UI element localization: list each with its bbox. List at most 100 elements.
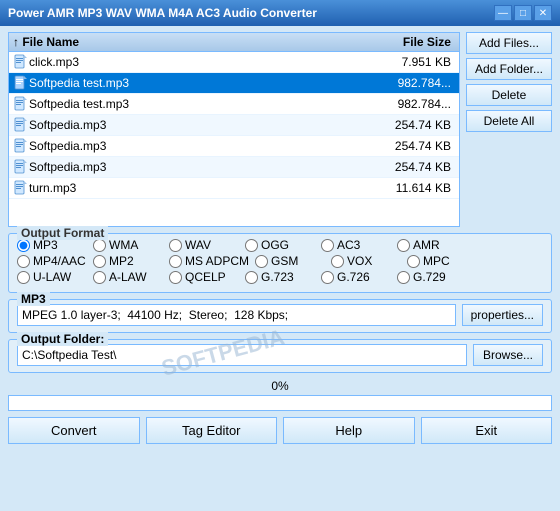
format-option-amr[interactable]: AMR (397, 238, 467, 252)
format-option-mp4aac[interactable]: MP4/AAC (17, 254, 87, 268)
progress-label: 0% (8, 379, 552, 393)
format-option-mp3[interactable]: MP3 (17, 238, 87, 252)
delete-all-button[interactable]: Delete All (466, 110, 552, 132)
file-area: ↑ File Name File Size click.mp37.951 KB … (8, 32, 552, 233)
format-radio-g729[interactable] (397, 271, 410, 284)
format-option-ogg[interactable]: OGG (245, 238, 315, 252)
format-radio-alaw[interactable] (93, 271, 106, 284)
format-label-mp4aac: MP4/AAC (33, 254, 86, 268)
browse-button[interactable]: Browse... (473, 344, 543, 366)
format-radio-mp3[interactable] (17, 239, 30, 252)
file-list-header: ↑ File Name File Size (9, 33, 459, 52)
format-label-g726: G.726 (337, 270, 370, 284)
table-row[interactable]: Softpedia test.mp3982.784... (9, 94, 459, 115)
help-button[interactable]: Help (283, 417, 415, 444)
file-list-container[interactable]: ↑ File Name File Size click.mp37.951 KB … (8, 32, 460, 227)
file-icon (13, 138, 29, 154)
table-row[interactable]: Softpedia.mp3254.74 KB (9, 136, 459, 157)
format-option-mp2[interactable]: MP2 (93, 254, 163, 268)
side-buttons: Add Files... Add Folder... Delete Delete… (466, 32, 552, 233)
format-label-wma: WMA (109, 238, 138, 252)
format-radio-g723[interactable] (245, 271, 258, 284)
format-label-vox: VOX (347, 254, 372, 268)
format-radio-g726[interactable] (321, 271, 334, 284)
output-format-section: Output Format MP3WMAWAVOGGAC3AMRMP4/AACM… (8, 233, 552, 293)
properties-button[interactable]: properties... (462, 304, 543, 326)
file-icon (13, 159, 29, 175)
tag-editor-button[interactable]: Tag Editor (146, 417, 278, 444)
title-bar: Power AMR MP3 WAV WMA M4A AC3 Audio Conv… (0, 0, 560, 26)
progress-bar-container (8, 395, 552, 411)
file-size-header: File Size (355, 35, 455, 49)
file-icon (13, 180, 29, 196)
format-radio-wav[interactable] (169, 239, 182, 252)
format-option-msadpcm[interactable]: MS ADPCM (169, 254, 249, 268)
format-label-gsm: GSM (271, 254, 298, 268)
format-radio-gsm[interactable] (255, 255, 268, 268)
format-radio-mp4aac[interactable] (17, 255, 30, 268)
maximize-button[interactable]: □ (514, 5, 532, 21)
format-option-g729[interactable]: G.729 (397, 270, 467, 284)
format-radio-ogg[interactable] (245, 239, 258, 252)
format-radio-ulaw[interactable] (17, 271, 30, 284)
format-radio-vox[interactable] (331, 255, 344, 268)
format-option-wav[interactable]: WAV (169, 238, 239, 252)
main-content: ↑ File Name File Size click.mp37.951 KB … (0, 26, 560, 450)
convert-button[interactable]: Convert (8, 417, 140, 444)
format-option-g723[interactable]: G.723 (245, 270, 315, 284)
progress-section: 0% (8, 379, 552, 411)
format-label-ulaw: U-LAW (33, 270, 71, 284)
format-label-alaw: A-LAW (109, 270, 147, 284)
format-radio-mp2[interactable] (93, 255, 106, 268)
table-row[interactable]: turn.mp311.614 KB (9, 178, 459, 199)
exit-button[interactable]: Exit (421, 417, 553, 444)
window-controls[interactable]: — □ ✕ (494, 5, 552, 21)
format-option-ulaw[interactable]: U-LAW (17, 270, 87, 284)
output-folder-input[interactable] (17, 344, 467, 366)
format-radio-ac3[interactable] (321, 239, 334, 252)
add-folder-button[interactable]: Add Folder... (466, 58, 552, 80)
format-option-gsm[interactable]: GSM (255, 254, 325, 268)
format-label-mp2: MP2 (109, 254, 134, 268)
mp3-input[interactable] (17, 304, 456, 326)
format-radio-amr[interactable] (397, 239, 410, 252)
format-label-ogg: OGG (261, 238, 289, 252)
format-label-qcelp: QCELP (185, 270, 226, 284)
file-name: Softpedia.mp3 (29, 118, 355, 132)
format-radio-wma[interactable] (93, 239, 106, 252)
close-button[interactable]: ✕ (534, 5, 552, 21)
format-radio-qcelp[interactable] (169, 271, 182, 284)
format-option-vox[interactable]: VOX (331, 254, 401, 268)
table-row[interactable]: Softpedia test.mp3982.784... (9, 73, 459, 94)
format-option-g726[interactable]: G.726 (321, 270, 391, 284)
file-rows[interactable]: click.mp37.951 KB Softpedia test.mp3982.… (9, 52, 459, 199)
format-option-ac3[interactable]: AC3 (321, 238, 391, 252)
window-title: Power AMR MP3 WAV WMA M4A AC3 Audio Conv… (8, 6, 317, 20)
format-label-g729: G.729 (413, 270, 446, 284)
format-option-alaw[interactable]: A-LAW (93, 270, 163, 284)
file-icon (13, 117, 29, 133)
format-row: MP3 WMA WAV OGG AC3 AMR (17, 238, 543, 252)
format-label-g723: G.723 (261, 270, 294, 284)
table-row[interactable]: Softpedia.mp3254.74 KB (9, 157, 459, 178)
table-row[interactable]: click.mp37.951 KB (9, 52, 459, 73)
file-name: Softpedia.mp3 (29, 139, 355, 153)
table-row[interactable]: Softpedia.mp3254.74 KB (9, 115, 459, 136)
format-options: MP3 WMA WAV OGG AC3 AMR MP4/AAC MP2 MS ADPCM GSM V… (17, 238, 543, 284)
file-size: 7.951 KB (355, 55, 455, 69)
format-radio-mpc[interactable] (407, 255, 420, 268)
format-radio-msadpcm[interactable] (169, 255, 182, 268)
file-size: 982.784... (355, 76, 455, 90)
file-name: click.mp3 (29, 55, 355, 69)
format-option-wma[interactable]: WMA (93, 238, 163, 252)
format-label-msadpcm: MS ADPCM (185, 254, 249, 268)
format-option-mpc[interactable]: MPC (407, 254, 477, 268)
format-label-amr: AMR (413, 238, 440, 252)
minimize-button[interactable]: — (494, 5, 512, 21)
add-files-button[interactable]: Add Files... (466, 32, 552, 54)
output-folder-section: Output Folder: Browse... (8, 339, 552, 373)
file-icon (13, 54, 29, 70)
delete-button[interactable]: Delete (466, 84, 552, 106)
file-name: Softpedia.mp3 (29, 160, 355, 174)
format-option-qcelp[interactable]: QCELP (169, 270, 239, 284)
